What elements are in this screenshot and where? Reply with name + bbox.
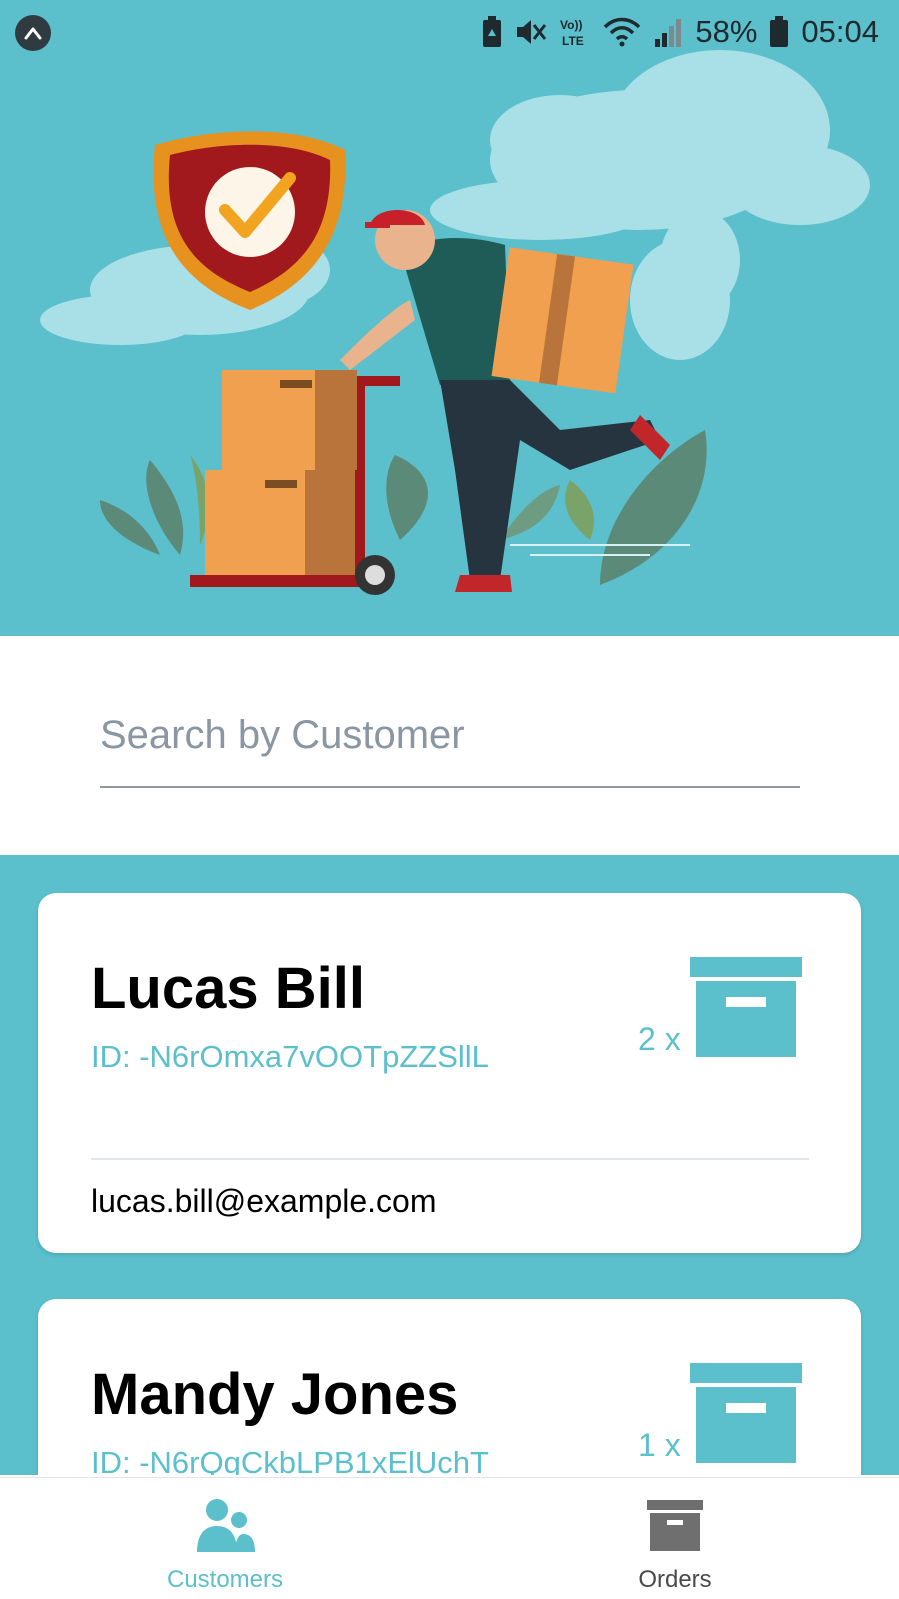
status-bar: Vo)) LTE 58% 05:04 [0,0,899,64]
customer-name: Mandy Jones [91,1362,459,1427]
nav-orders[interactable]: Orders [525,1478,825,1599]
delivery-illustration [40,50,870,595]
archive-box-icon [690,1363,802,1463]
signal-icon [653,17,683,47]
archive-box-icon [690,957,802,1057]
svg-text:Vo)): Vo)) [560,18,582,32]
customer-card[interactable]: Mandy Jones ID: -N6rQgCkbLPB1xElUchT 1 x [38,1299,861,1475]
nav-customers[interactable]: Customers [75,1478,375,1599]
wifi-icon [603,17,641,47]
app-badge-icon [15,15,51,51]
search-field-container [100,700,800,790]
battery-saver-icon [481,16,503,48]
order-count: 1 x [638,1427,681,1463]
order-count: 2 x [638,1021,681,1057]
nav-orders-label: Orders [638,1566,712,1593]
svg-text:LTE: LTE [562,34,584,48]
clock: 05:04 [801,14,879,49]
orders-icon [647,1500,703,1551]
search-input[interactable] [100,700,800,770]
customer-card[interactable]: Lucas Bill ID: -N6rOmxa7vOOTpZZSllL 2 x … [38,893,861,1253]
hero-banner: Vo)) LTE 58% 05:04 [0,0,899,636]
customer-email: lucas.bill@example.com [91,1183,437,1219]
customer-id: ID: -N6rOmxa7vOOTpZZSllL [91,1039,489,1074]
mute-icon [515,17,547,47]
battery-percent: 58% [695,14,758,49]
status-icons: Vo)) LTE 58% 05:04 [481,12,879,52]
nav-customers-label: Customers [166,1566,284,1593]
customer-list[interactable]: Lucas Bill ID: -N6rOmxa7vOOTpZZSllL 2 x … [0,855,899,1475]
card-divider [91,1158,809,1160]
volte-icon: Vo)) LTE [559,16,591,48]
customer-name: Lucas Bill [91,956,365,1021]
customers-icon [197,1499,255,1552]
search-underline [100,786,800,788]
customer-id: ID: -N6rQgCkbLPB1xElUchT [91,1445,489,1475]
battery-icon [769,16,789,48]
bottom-navigation: Customers Orders [0,1477,899,1599]
